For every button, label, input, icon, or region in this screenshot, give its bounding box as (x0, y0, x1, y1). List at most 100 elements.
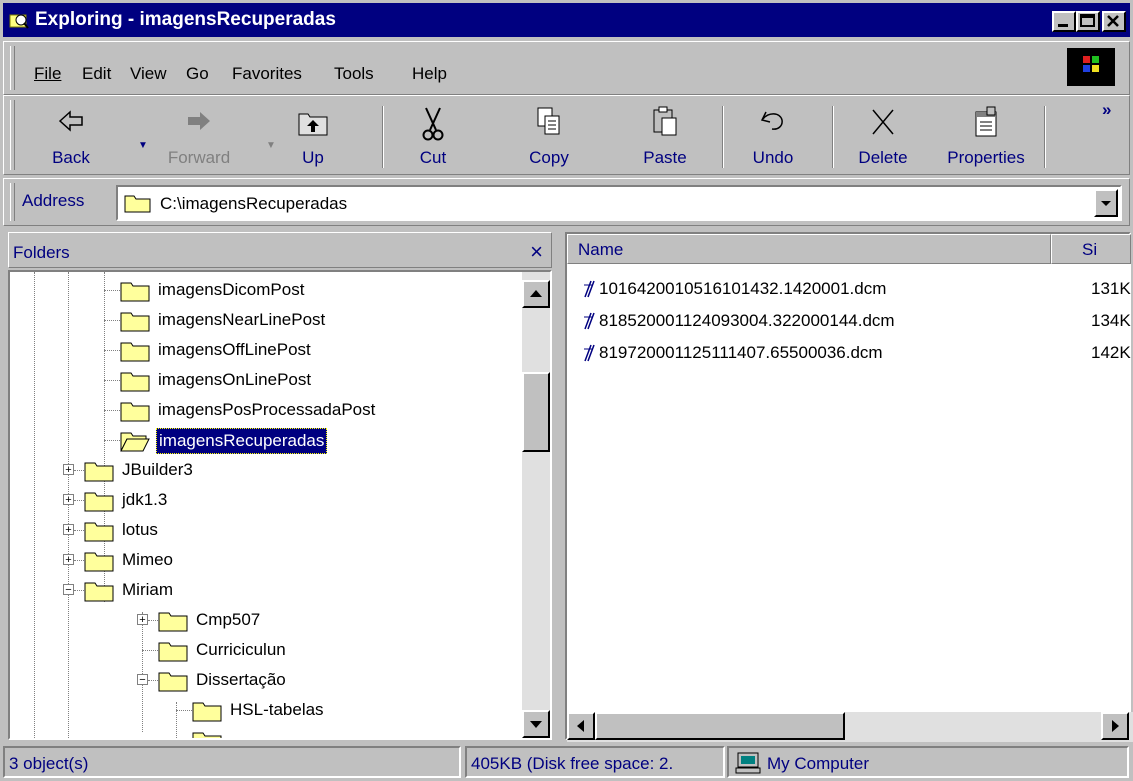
folder-icon (192, 702, 222, 722)
tree-line (74, 560, 84, 561)
paste-button[interactable]: Paste (620, 102, 710, 172)
file-list-pane: Name Si 1016420010516101432.1420001.dcm … (565, 232, 1133, 742)
folder-icon (84, 462, 114, 482)
tree-line (176, 702, 177, 738)
folder-icon (84, 582, 114, 602)
address-bar: Address C:\imagensRecuperadas (3, 178, 1130, 226)
forward-arrow-icon (188, 112, 210, 130)
back-button[interactable]: Back (26, 102, 116, 172)
folder-icon (120, 372, 150, 392)
pane-splitter[interactable] (554, 232, 562, 740)
address-input[interactable]: C:\imagensRecuperadas (116, 185, 1122, 221)
up-folder-icon (298, 113, 328, 136)
tree-line (104, 440, 120, 441)
folder-icon (192, 732, 222, 738)
close-folders-icon[interactable]: × (530, 239, 543, 265)
copy-button[interactable]: Copy (504, 102, 594, 172)
tree-line (34, 272, 35, 738)
back-arrow-icon (58, 110, 83, 132)
tree-line (142, 650, 158, 651)
dcm-file-icon (584, 312, 595, 330)
properties-button[interactable]: Properties (934, 102, 1038, 172)
maximize-button[interactable] (1076, 11, 1100, 32)
scroll-thumb[interactable] (595, 712, 845, 740)
status-objects: 3 object(s) (9, 754, 89, 773)
dcm-file-icon (584, 280, 595, 298)
status-bar: 3 object(s) 405KB (Disk free space: 2. M… (3, 744, 1130, 778)
expand-plus-icon[interactable]: + (63, 464, 74, 476)
menu-favorites[interactable]: Favorites (232, 64, 302, 84)
tree-line (148, 680, 158, 681)
expand-plus-icon[interactable]: + (63, 494, 74, 506)
scroll-down-button[interactable] (522, 710, 550, 738)
arrow-down-icon (530, 721, 542, 728)
toolbar-grip[interactable] (10, 100, 15, 170)
menu-edit[interactable]: Edit (82, 64, 111, 84)
menu-file[interactable]: File (34, 64, 61, 84)
title-bar[interactable]: Exploring - imagensRecuperadas (3, 3, 1130, 37)
arrow-right-icon (1112, 720, 1119, 732)
folder-icon (84, 492, 114, 512)
standard-toolbar: Back ▼ Forward ▼ Up Cut Copy Paste Undo … (3, 95, 1130, 175)
minimize-icon (1058, 24, 1068, 27)
forward-button[interactable]: Forward (154, 102, 244, 172)
up-button[interactable]: Up (268, 102, 358, 172)
tree-line (104, 320, 120, 321)
column-header: Name Si (567, 234, 1133, 264)
menu-help[interactable]: Help (412, 64, 447, 84)
toolbar-separator (832, 106, 834, 168)
tree-line (142, 612, 143, 732)
menu-go[interactable]: Go (186, 64, 209, 84)
tree-line (104, 350, 120, 351)
arrow-left-icon (577, 720, 584, 732)
scroll-left-button[interactable] (567, 712, 595, 740)
expand-plus-icon[interactable]: + (137, 614, 148, 626)
collapse-minus-icon[interactable]: − (63, 584, 74, 596)
arrow-up-icon (530, 290, 542, 297)
scroll-right-button[interactable] (1101, 712, 1129, 740)
delete-x-icon (872, 109, 894, 135)
column-size[interactable]: Si (1051, 234, 1131, 264)
column-name[interactable]: Name (567, 234, 1051, 264)
menu-view[interactable]: View (130, 64, 167, 84)
folder-icon (158, 672, 188, 692)
address-dropdown-button[interactable] (1094, 189, 1118, 217)
address-grip[interactable] (10, 183, 15, 221)
tree-line (74, 590, 84, 591)
folder-vertical-scrollbar[interactable] (522, 272, 550, 738)
cut-button[interactable]: Cut (388, 102, 478, 172)
chevron-down-icon (1101, 201, 1111, 206)
tree-line (104, 290, 120, 291)
minimize-button[interactable] (1052, 11, 1076, 32)
toolbar-separator (1044, 106, 1046, 168)
scroll-thumb[interactable] (522, 372, 550, 452)
folder-icon (120, 402, 150, 422)
tree-line (74, 470, 84, 471)
scroll-up-button[interactable] (522, 280, 550, 308)
back-dropdown-icon[interactable]: ▼ (138, 140, 148, 151)
tree-line (74, 530, 84, 531)
toolbar-chevron-icon[interactable]: » (1102, 100, 1111, 120)
expand-plus-icon[interactable]: + (63, 524, 74, 536)
maximize-icon (1080, 14, 1095, 27)
file-row[interactable]: 818520001124093004.322000144.dcm 134K (567, 306, 1133, 336)
explorer-icon (9, 14, 29, 29)
my-computer-icon (735, 752, 761, 774)
file-row[interactable]: 1016420010516101432.1420001.dcm 131K (567, 274, 1133, 304)
tree-line (104, 410, 120, 411)
close-button[interactable] (1102, 11, 1126, 32)
close-icon (1107, 15, 1119, 27)
collapse-minus-icon[interactable]: − (137, 674, 148, 686)
delete-button[interactable]: Delete (838, 102, 928, 172)
menu-tools[interactable]: Tools (334, 64, 374, 84)
windows-logo-icon (1067, 48, 1115, 86)
folder-icon (124, 195, 151, 213)
toolbar-separator (722, 106, 724, 168)
undo-button[interactable]: Undo (728, 102, 818, 172)
tree-line (68, 272, 69, 738)
folder-tree: imagensDicomPost imagensNearLinePost ima… (8, 270, 552, 740)
menu-grip[interactable] (10, 46, 15, 90)
file-row[interactable]: 819720001125111407.65500036.dcm 142K (567, 338, 1133, 368)
expand-plus-icon[interactable]: + (63, 554, 74, 566)
file-horizontal-scrollbar[interactable] (567, 712, 1133, 742)
